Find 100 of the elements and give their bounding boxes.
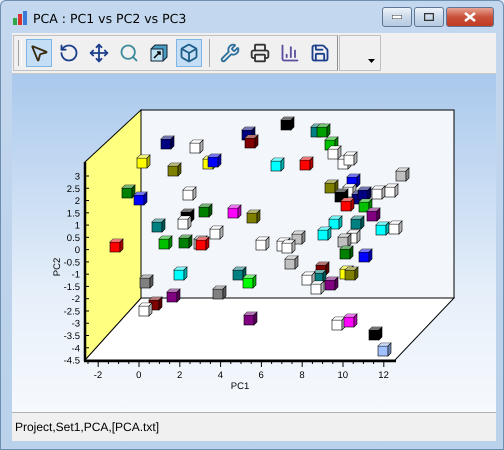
maximize-button[interactable] — [414, 7, 444, 27]
pointer-button[interactable] — [26, 39, 52, 67]
close-icon — [464, 12, 476, 22]
data-point — [209, 225, 224, 240]
data-point — [337, 233, 352, 248]
rotate-icon — [59, 43, 79, 63]
data-point — [343, 313, 358, 328]
y-tick-label: 2.5 — [66, 184, 80, 195]
data-point — [243, 311, 258, 326]
data-point — [316, 123, 331, 138]
cube-arrow-icon — [149, 43, 169, 63]
data-point — [173, 266, 188, 281]
data-point — [242, 274, 257, 289]
x-tick-label: 12 — [378, 370, 389, 381]
data-point — [121, 184, 136, 199]
data-point — [301, 271, 316, 286]
data-point — [331, 316, 346, 331]
x-tick-label: 2 — [176, 370, 182, 381]
data-point — [139, 274, 154, 289]
data-point — [167, 162, 182, 177]
data-point — [232, 266, 247, 281]
chart-copy-icon — [280, 43, 300, 63]
data-point — [160, 135, 175, 150]
data-point — [136, 154, 151, 169]
data-point — [395, 167, 410, 182]
y-tick-label: -2 — [72, 294, 80, 306]
status-text: Project,Set1,PCA,[PCA.txt] — [15, 420, 160, 434]
data-point — [212, 285, 227, 300]
y-tick-label: -3.5 — [64, 331, 80, 342]
y-tick-label: 1 — [74, 220, 80, 232]
data-point — [281, 239, 296, 254]
data-point — [198, 203, 213, 218]
data-point — [182, 186, 197, 201]
x-axis-title: PC1 — [230, 381, 250, 392]
data-point — [291, 230, 306, 245]
printer-icon — [250, 43, 270, 63]
data-point — [327, 145, 342, 160]
minimize-icon — [392, 15, 402, 19]
pointer-icon — [29, 43, 49, 63]
data-point — [158, 235, 173, 250]
y-tick-label: 2 — [74, 196, 80, 208]
x-tick-label: 10 — [338, 370, 348, 381]
data-point — [299, 156, 314, 171]
data-point — [246, 209, 261, 224]
close-button[interactable] — [446, 7, 494, 27]
save-icon — [310, 43, 330, 63]
data-point — [371, 185, 386, 200]
x-tick-label: -2 — [94, 370, 102, 381]
y-tick-label: -3 — [72, 318, 80, 330]
y-tick-label: -4 — [72, 343, 80, 354]
cube-icon — [179, 43, 199, 63]
y-tick-label: 0.5 — [66, 232, 80, 244]
data-point — [339, 245, 354, 260]
cube-button[interactable] — [176, 39, 202, 67]
data-point — [284, 255, 299, 270]
chart-app-icon — [12, 10, 28, 26]
data-point — [358, 248, 373, 263]
data-point — [138, 302, 153, 317]
data-point — [133, 191, 148, 206]
move-icon — [89, 43, 109, 63]
wrench-icon — [220, 43, 240, 63]
data-point — [178, 234, 193, 249]
y-tick-label: -1.5 — [64, 282, 80, 293]
data-point — [324, 276, 339, 291]
data-point — [244, 134, 259, 149]
data-point — [270, 157, 285, 172]
data-point — [280, 116, 295, 131]
data-point — [310, 280, 325, 295]
y-tick-label: -1 — [72, 270, 80, 281]
data-point — [340, 197, 355, 212]
data-point — [388, 220, 403, 235]
data-point — [255, 236, 270, 251]
data-point — [375, 221, 390, 236]
data-point — [151, 218, 166, 233]
data-point — [227, 204, 242, 219]
search-icon — [119, 43, 139, 63]
window-title: PCA : PC1 vs PC2 vs PC3 — [33, 10, 188, 26]
y-tick-label: -0.5 — [64, 257, 80, 268]
data-point — [368, 326, 383, 341]
data-point — [366, 207, 381, 222]
y-tick-label: 0 — [74, 245, 80, 256]
x-tick-label: 6 — [258, 370, 264, 381]
data-point — [344, 266, 359, 281]
data-point — [177, 215, 192, 230]
caret-icon — [368, 59, 375, 63]
data-point — [328, 215, 343, 230]
data-point — [207, 153, 222, 168]
data-point — [189, 139, 204, 154]
minimize-button[interactable] — [382, 7, 412, 27]
data-point — [377, 342, 392, 357]
data-point — [350, 215, 365, 230]
y-tick-label: -4.5 — [64, 356, 80, 367]
x-tick-label: 8 — [299, 370, 305, 381]
data-point — [343, 151, 358, 166]
data-point — [109, 238, 124, 253]
data-point — [384, 183, 399, 198]
data-point — [358, 198, 373, 213]
y-tick-label: -2.5 — [64, 306, 80, 318]
y-tick-label: 1.5 — [66, 208, 80, 220]
data-point — [357, 186, 372, 201]
